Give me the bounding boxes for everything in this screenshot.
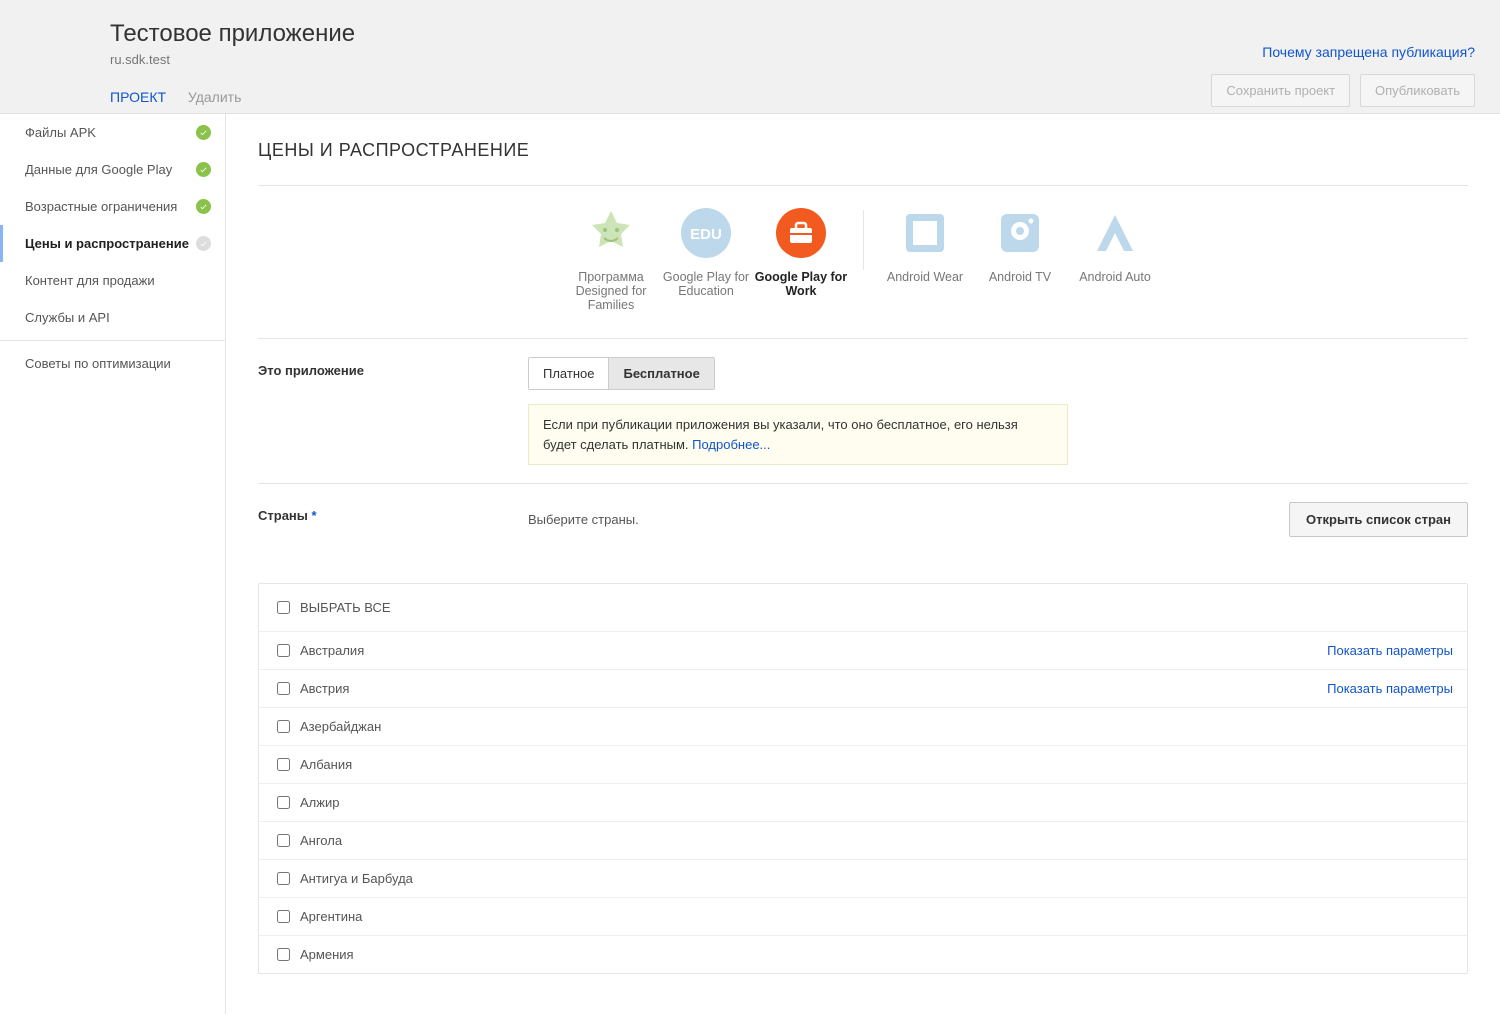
sidebar-item-0[interactable]: Файлы APK xyxy=(0,114,225,151)
header-actions: Почему запрещена публикация? Сохранить п… xyxy=(1205,44,1475,107)
countries-row: Страны * Выберите страны. Открыть список… xyxy=(258,484,1468,555)
program-icon xyxy=(1090,208,1140,258)
sidebar-item-optimization-tips[interactable]: Советы по оптимизации xyxy=(0,345,225,382)
country-checkbox[interactable] xyxy=(277,644,290,657)
country-row[interactable]: Аргентина xyxy=(259,898,1467,936)
program-icon xyxy=(586,208,636,258)
sidebar-item-label: Данные для Google Play xyxy=(25,162,172,177)
required-mark: * xyxy=(312,508,317,523)
header: Тестовое приложение ru.sdk.test Почему з… xyxy=(0,0,1500,114)
country-list: ВЫБРАТЬ ВСЕ АвстралияПоказать параметрыА… xyxy=(258,583,1468,974)
country-row[interactable]: Австрия Показать параметры xyxy=(259,670,1467,708)
country-checkbox[interactable] xyxy=(277,910,290,923)
country-checkbox[interactable] xyxy=(277,796,290,809)
sidebar-item-label: Файлы APK xyxy=(25,125,96,140)
status-ok-icon xyxy=(196,162,211,177)
country-row[interactable]: Азербайджан xyxy=(259,708,1467,746)
sidebar-item-label: Службы и API xyxy=(25,310,110,325)
program-label: Android Wear xyxy=(878,270,973,284)
country-checkbox[interactable] xyxy=(277,834,290,847)
learn-more-link[interactable]: Подробнее... xyxy=(692,437,770,452)
program-4[interactable]: Android TV xyxy=(973,208,1068,284)
sidebar-item-2[interactable]: Возрастные ограничения xyxy=(0,188,225,225)
country-checkbox[interactable] xyxy=(277,758,290,771)
country-checkbox[interactable] xyxy=(277,720,290,733)
why-forbidden-link[interactable]: Почему запрещена публикация? xyxy=(1262,44,1475,60)
free-button[interactable]: Бесплатное xyxy=(608,358,713,389)
country-checkbox[interactable] xyxy=(277,872,290,885)
country-name: Алжир xyxy=(300,795,339,810)
country-row[interactable]: Армения xyxy=(259,936,1467,973)
sidebar-item-label: Цены и распространение xyxy=(25,236,189,251)
svg-text:EDU: EDU xyxy=(690,226,722,243)
select-all-checkbox[interactable] xyxy=(277,601,290,614)
countries-hint: Выберите страны. xyxy=(528,512,1289,527)
country-checkbox[interactable] xyxy=(277,948,290,961)
program-label: Android Auto xyxy=(1068,270,1163,284)
sidebar-separator xyxy=(0,340,225,341)
publish-button[interactable]: Опубликовать xyxy=(1360,74,1475,107)
country-name: Антигуа и Барбуда xyxy=(300,871,413,886)
program-label: Google Play for Work xyxy=(754,270,849,298)
sidebar: Файлы APK Данные для Google Play Возрастны… xyxy=(0,114,226,1014)
price-toggle: Платное Бесплатное xyxy=(528,357,715,390)
sidebar-item-label: Контент для продажи xyxy=(25,273,155,288)
section-title: ЦЕНЫ И РАСПРОСТРАНЕНИЕ xyxy=(258,140,1468,186)
country-row[interactable]: Албания xyxy=(259,746,1467,784)
program-label: Программа Designed for Families xyxy=(564,270,659,312)
select-all-row[interactable]: ВЫБРАТЬ ВСЕ xyxy=(259,584,1467,632)
paid-button[interactable]: Платное xyxy=(529,358,608,389)
sidebar-item-label: Советы по оптимизации xyxy=(25,356,171,371)
country-row[interactable]: Антигуа и Барбуда xyxy=(259,860,1467,898)
programs-row: Программа Designed for Families EDU Google… xyxy=(258,204,1468,339)
country-name: Аргентина xyxy=(300,909,362,924)
country-name: Австрия xyxy=(300,681,349,696)
select-all-label: ВЫБРАТЬ ВСЕ xyxy=(300,600,391,615)
countries-label: Страны * xyxy=(258,502,528,523)
status-pending-icon xyxy=(196,236,211,251)
country-name: Албания xyxy=(300,757,352,772)
sidebar-item-4[interactable]: Контент для продажи xyxy=(0,262,225,299)
country-name: Армения xyxy=(300,947,354,962)
program-label: Google Play for Education xyxy=(659,270,754,298)
program-2[interactable]: Google Play for Work xyxy=(754,208,849,298)
program-3[interactable]: Android Wear xyxy=(878,208,973,284)
program-5[interactable]: Android Auto xyxy=(1068,208,1163,284)
country-checkbox[interactable] xyxy=(277,682,290,695)
free-warning-note: Если при публикации приложения вы указал… xyxy=(528,404,1068,465)
program-icon xyxy=(900,208,950,258)
country-name: Ангола xyxy=(300,833,342,848)
program-icon xyxy=(776,208,826,258)
show-params-link[interactable]: Показать параметры xyxy=(1327,681,1453,696)
status-ok-icon xyxy=(196,125,211,140)
country-name: Австралия xyxy=(300,643,364,658)
sidebar-item-3[interactable]: Цены и распространение xyxy=(0,225,225,262)
program-icon: EDU xyxy=(681,208,731,258)
country-row[interactable]: Ангола xyxy=(259,822,1467,860)
country-name: Азербайджан xyxy=(300,719,381,734)
country-row[interactable]: Алжир xyxy=(259,784,1467,822)
tab-delete[interactable]: Удалить xyxy=(188,89,241,105)
programs-separator xyxy=(863,210,864,270)
program-label: Android TV xyxy=(973,270,1068,284)
main-content: ЦЕНЫ И РАСПРОСТРАНЕНИЕ Программа Designe… xyxy=(226,114,1500,1014)
program-icon xyxy=(995,208,1045,258)
program-1[interactable]: EDU Google Play for Education xyxy=(659,208,754,298)
open-country-list-button[interactable]: Открыть список стран xyxy=(1289,502,1468,537)
sidebar-item-label: Возрастные ограничения xyxy=(25,199,177,214)
status-ok-icon xyxy=(196,199,211,214)
sidebar-item-1[interactable]: Данные для Google Play xyxy=(0,151,225,188)
show-params-link[interactable]: Показать параметры xyxy=(1327,643,1453,658)
note-text: Если при публикации приложения вы указал… xyxy=(543,417,1018,452)
price-row: Это приложение Платное Бесплатное Если п… xyxy=(258,339,1468,484)
tab-project[interactable]: ПРОЕКТ xyxy=(110,89,166,105)
country-row[interactable]: Австралия Показать параметры xyxy=(259,632,1467,670)
program-0[interactable]: Программа Designed for Families xyxy=(564,208,659,312)
sidebar-item-5[interactable]: Службы и API xyxy=(0,299,225,336)
price-label: Это приложение xyxy=(258,357,528,378)
save-project-button[interactable]: Сохранить проект xyxy=(1211,74,1350,107)
